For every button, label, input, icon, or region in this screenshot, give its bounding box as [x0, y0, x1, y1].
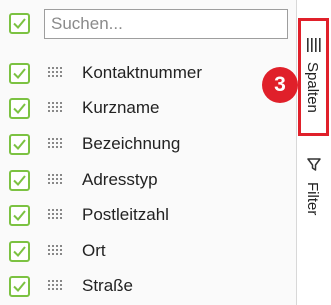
select-all-checkbox[interactable]	[9, 13, 30, 34]
column-checkbox[interactable]	[9, 134, 30, 155]
tab-filter[interactable]: Filter	[297, 150, 331, 240]
filter-icon	[307, 158, 321, 171]
drag-handle-icon[interactable]	[48, 67, 63, 80]
column-checkbox[interactable]	[9, 205, 30, 226]
drag-handle-icon[interactable]	[48, 102, 63, 115]
column-checkbox[interactable]	[9, 241, 30, 262]
column-chooser-panel: Kontaktnummer Kurzname Bezeichnung Adres…	[0, 0, 296, 305]
checkmark-icon	[13, 246, 26, 257]
column-label: Adresstyp	[82, 170, 158, 189]
drag-handle-icon[interactable]	[48, 138, 63, 151]
tutorial-highlight-frame	[298, 18, 329, 136]
checkmark-icon	[13, 18, 26, 29]
checkmark-icon	[13, 68, 26, 79]
column-checkbox[interactable]	[9, 170, 30, 191]
column-row[interactable]: Postleitzahl	[0, 198, 296, 233]
checkmark-icon	[13, 210, 26, 221]
column-label: Straße	[82, 276, 134, 295]
column-label: Kontaktnummer	[82, 63, 202, 82]
column-checkbox[interactable]	[9, 98, 30, 119]
column-chooser-toolbar	[0, 0, 296, 48]
search-input[interactable]	[44, 9, 288, 39]
column-checkbox[interactable]	[9, 276, 30, 297]
column-row[interactable]: Adresstyp	[0, 163, 296, 198]
step-number-badge: 3	[262, 67, 298, 103]
column-label: Kurzname	[82, 98, 160, 117]
column-row[interactable]: Bezeichnung	[0, 127, 296, 162]
drag-handle-icon[interactable]	[48, 245, 63, 258]
column-row[interactable]: Kontaktnummer	[0, 56, 296, 91]
column-row[interactable]: Kurzname	[0, 91, 296, 126]
checkmark-icon	[13, 103, 26, 114]
column-checkbox[interactable]	[9, 63, 30, 84]
column-label: Postleitzahl	[82, 205, 169, 224]
tab-filter-label: Filter	[304, 182, 321, 216]
drag-handle-icon[interactable]	[48, 280, 63, 293]
column-row[interactable]: Ort	[0, 234, 296, 269]
drag-handle-icon[interactable]	[48, 174, 63, 187]
checkmark-icon	[13, 175, 26, 186]
column-row[interactable]: Straße	[0, 269, 296, 304]
drag-handle-icon[interactable]	[48, 209, 63, 222]
checkmark-icon	[13, 139, 26, 150]
column-label: Ort	[82, 241, 106, 260]
column-label: Bezeichnung	[82, 134, 181, 153]
checkmark-icon	[13, 281, 26, 292]
